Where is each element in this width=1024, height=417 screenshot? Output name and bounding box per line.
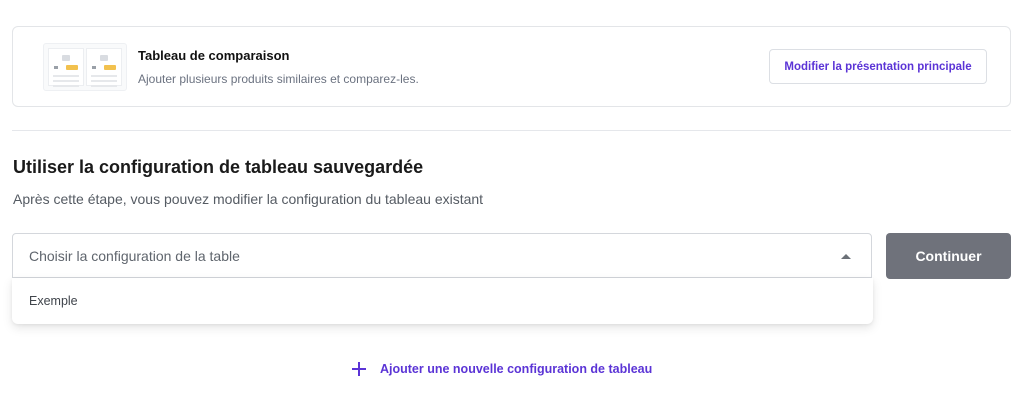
thumbnail-column <box>86 48 122 87</box>
section-subtitle: Après cette étape, vous pouvez modifier … <box>13 191 484 207</box>
select-placeholder: Choisir la configuration de la table <box>29 247 240 264</box>
caret-up-icon[interactable] <box>841 254 851 259</box>
modify-main-layout-button[interactable]: Modifier la présentation principale <box>769 49 987 84</box>
section-title: Utiliser la configuration de tableau sau… <box>13 157 424 177</box>
layout-card-title: Tableau de comparaison <box>138 48 290 63</box>
plus-icon <box>352 362 366 376</box>
table-config-select[interactable]: Choisir la configuration de la table <box>12 233 872 278</box>
config-dropdown-menu: Exemple <box>12 278 873 324</box>
thumbnail-column <box>48 48 84 87</box>
add-table-config-label: Ajouter une nouvelle configuration de ta… <box>380 362 653 376</box>
continue-button[interactable]: Continuer <box>886 233 1011 279</box>
comparison-table-thumbnail-icon <box>43 43 127 91</box>
dropdown-option[interactable]: Exemple <box>12 278 873 324</box>
section-divider <box>12 130 1011 131</box>
add-table-config-link[interactable]: Ajouter une nouvelle configuration de ta… <box>352 359 652 379</box>
layout-card-subtitle: Ajouter plusieurs produits similaires et… <box>138 72 419 86</box>
